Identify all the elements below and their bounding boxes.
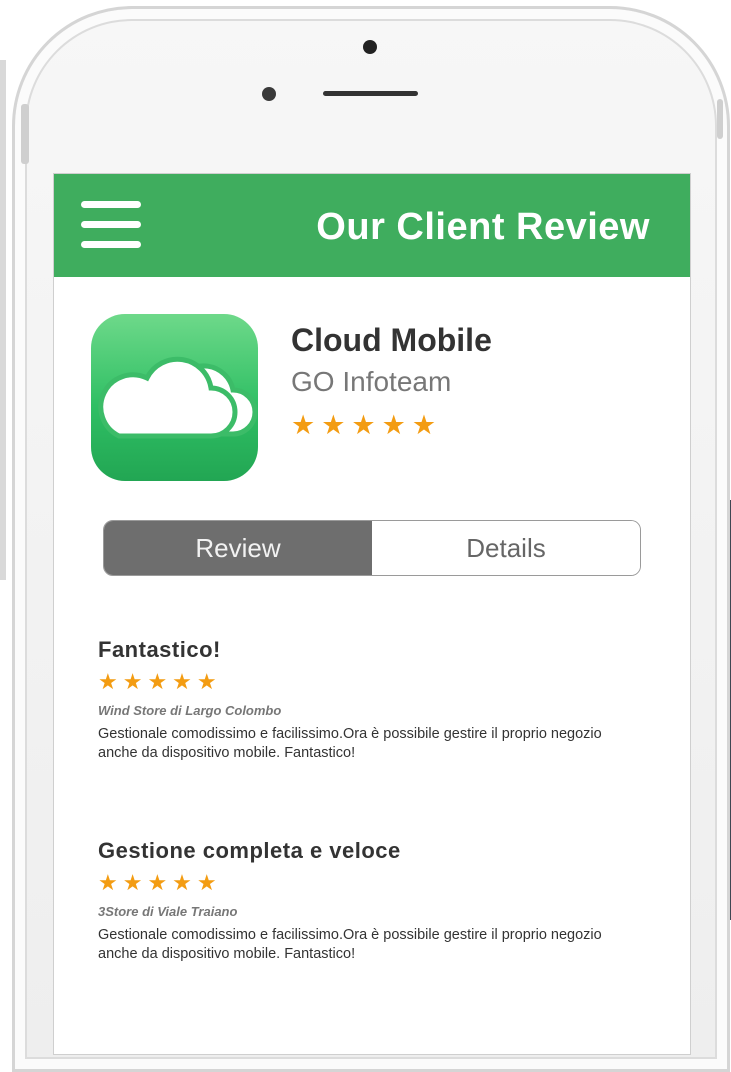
review-item: Gestione completa e veloce ★★★★★ 3Store … [98,838,658,964]
phone-side-button [21,104,29,164]
review-title: Fantastico! [98,637,221,662]
review-author: 3Store di Viale Traiano [98,904,238,919]
review-item: Fantastico! ★★★★★ Wind Store di Largo Co… [98,637,658,763]
proximity-sensor-icon [262,87,276,101]
review-rating-stars: ★★★★★ [98,870,222,895]
app-rating-stars: ★★★★★ [291,410,443,440]
review-title: Gestione completa e veloce [98,838,401,863]
review-text: Gestionale comodissimo e facilissimo.Ora… [98,726,602,761]
tab-bar: Review Details [103,520,641,576]
app-icon[interactable] [91,314,258,481]
review-author: Wind Store di Largo Colombo [98,703,282,718]
app-header: Our Client Review [54,174,690,277]
front-camera-icon [363,40,377,54]
review-text: Gestionale comodissimo e facilissimo.Ora… [98,927,602,962]
app-screen: Our Client Review Cloud Mobile GO Infote… [53,173,691,1055]
review-rating-stars: ★★★★★ [98,669,222,694]
page-title: Our Client Review [316,206,650,248]
hamburger-menu-icon[interactable] [81,201,141,251]
app-developer: GO Infoteam [291,366,452,397]
tab-review[interactable]: Review [104,521,372,575]
cloud-icon [98,356,258,439]
app-name: Cloud Mobile [291,322,492,358]
tab-details[interactable]: Details [372,521,640,575]
background-edge [0,60,6,580]
phone-side-button [717,99,723,139]
earpiece-speaker-icon [323,91,418,96]
